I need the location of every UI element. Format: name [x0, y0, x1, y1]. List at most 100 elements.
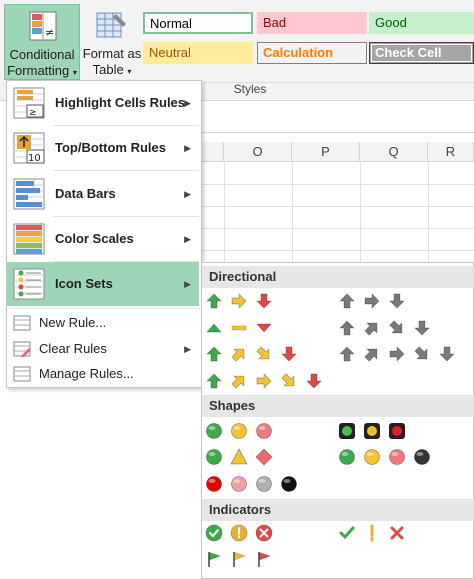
menu-item-color-scales[interactable]: Color Scales ▶ — [7, 217, 199, 261]
arrow-down-right-icon — [281, 373, 295, 387]
styles-group-label: Styles — [233, 82, 267, 96]
menu-item-label: Clear Rules — [39, 341, 107, 356]
submenu-arrow-icon: ▶ — [184, 189, 191, 199]
icon-set-5-arrows-colored[interactable] — [205, 370, 335, 392]
menu-item-top-bottom-rules[interactable]: Top/Bottom Rules ▶ 10 — [7, 126, 199, 170]
grid-line — [292, 162, 293, 262]
grid-line — [224, 162, 225, 262]
arrow-right-icon — [364, 293, 380, 309]
x-icon — [390, 526, 404, 540]
icon-set-4-arrows-colored[interactable] — [205, 343, 335, 365]
menu-item-icon-sets[interactable]: Icon Sets ▶ — [7, 262, 199, 306]
red-diamond-icon — [255, 448, 273, 466]
black-circle-icon — [281, 476, 297, 492]
menu-divider — [53, 170, 199, 171]
menu-item-label: Data Bars — [55, 186, 116, 201]
arrow-down-icon — [414, 320, 430, 336]
red-circle-icon — [389, 449, 405, 465]
arrow-down-icon — [256, 293, 272, 309]
column-header-r[interactable]: R — [428, 142, 474, 162]
exclamation-icon — [370, 524, 374, 542]
menu-item-highlight-cells-rules[interactable]: Highlight Cells Rules ▶ ≥ — [7, 81, 199, 125]
format-as-table-button[interactable]: Format as Table ▾ — [82, 4, 142, 80]
triangle-down-icon — [256, 323, 272, 333]
arrow-up-icon — [339, 320, 355, 336]
cell-style-neutral[interactable]: Neutral — [143, 42, 253, 64]
x-circle-icon — [255, 524, 273, 542]
pink-circle-icon — [231, 476, 247, 492]
arrow-down-right-icon — [256, 346, 270, 360]
section-header-shapes: Shapes — [202, 395, 474, 417]
icon-set-3-triangles[interactable] — [205, 317, 315, 339]
cell-style-good[interactable]: Good — [369, 12, 474, 34]
menu-item-data-bars[interactable]: Data Bars ▶ — [7, 172, 199, 216]
cell-style-calculation[interactable]: Calculation — [257, 42, 367, 64]
yellow-circle-icon — [231, 423, 247, 439]
icon-set-3-flags[interactable] — [205, 549, 295, 571]
icon-set-3-traffic-lights-rimmed[interactable] — [338, 421, 428, 443]
icon-set-3-signs[interactable] — [205, 447, 295, 469]
exclamation-circle-icon — [230, 524, 248, 542]
red-light-icon — [389, 423, 405, 439]
green-light-icon — [339, 423, 355, 439]
column-header-p[interactable]: P — [292, 142, 360, 162]
red-flag-icon — [258, 552, 271, 567]
arrow-right-icon — [389, 346, 405, 362]
cell-style-bad[interactable]: Bad — [257, 12, 367, 34]
column-header-q[interactable]: Q — [360, 142, 428, 162]
arrow-up-icon — [206, 293, 222, 309]
menu-item-new-rule[interactable]: New Rule... — [7, 310, 199, 336]
menu-item-label: Highlight Cells Rules — [55, 95, 186, 110]
conditional-formatting-icon: ≠ — [29, 11, 57, 41]
arrow-up-icon — [206, 346, 222, 362]
menu-item-label: Icon Sets — [55, 276, 113, 291]
icon-set-4-traffic-lights[interactable] — [338, 447, 448, 469]
formula-bar[interactable] — [200, 112, 474, 133]
arrow-up-icon — [339, 293, 355, 309]
arrow-up-right-icon — [364, 348, 378, 362]
gray-circle-icon — [256, 476, 272, 492]
conditional-formatting-button[interactable]: ≠ Conditional Formatting ▾ — [4, 4, 80, 80]
grid-line — [200, 206, 474, 207]
menu-item-manage-rules[interactable]: Manage Rules... — [7, 361, 199, 387]
yellow-circle-icon — [364, 449, 380, 465]
section-header-indicators: Indicators — [202, 499, 474, 521]
icon-set-3-arrows-colored[interactable] — [205, 290, 315, 312]
check-icon — [339, 526, 355, 540]
green-flag-icon — [208, 552, 221, 567]
icon-set-3-symbols-uncircled[interactable] — [338, 523, 428, 545]
svg-text:≥: ≥ — [29, 108, 37, 118]
black-circle-icon — [414, 449, 430, 465]
grid-line — [200, 228, 474, 229]
menu-item-label: New Rule... — [39, 315, 107, 330]
submenu-arrow-icon: ▶ — [184, 143, 191, 153]
triangle-up-icon — [206, 323, 222, 333]
icon-set-4-red-to-black[interactable] — [205, 474, 315, 496]
menu-item-label: Color Scales — [55, 231, 134, 246]
icon-set-3-traffic-lights-unrimmed[interactable] — [205, 421, 295, 443]
icon-set-3-symbols-circled[interactable] — [205, 523, 295, 545]
column-header-blank — [200, 142, 224, 162]
svg-text:10: 10 — [28, 153, 41, 164]
arrow-up-icon — [339, 346, 355, 362]
arrow-up-right-icon — [231, 375, 245, 389]
column-header-o[interactable]: O — [224, 142, 292, 162]
cell-style-check-cell[interactable]: Check Cell — [369, 42, 474, 64]
red-circle-icon — [256, 423, 272, 439]
arrow-right-icon — [231, 293, 247, 309]
grid-line — [200, 250, 474, 251]
menu-item-label: Top/Bottom Rules — [55, 140, 166, 155]
menu-item-clear-rules[interactable]: Clear Rules ▶ — [7, 336, 199, 362]
icon-set-5-arrows-gray[interactable] — [338, 343, 468, 365]
menu-divider — [8, 308, 200, 309]
cell-style-normal[interactable]: Normal — [143, 12, 253, 34]
icon-set-4-arrows-gray[interactable] — [338, 317, 448, 339]
green-circle-icon — [206, 423, 222, 439]
arrow-right-icon — [256, 373, 272, 389]
arrow-down-right-icon — [389, 320, 403, 334]
conditional-formatting-label-2: Formatting ▾ — [7, 63, 77, 78]
green-circle-icon — [339, 449, 355, 465]
icon-set-3-arrows-gray[interactable] — [338, 290, 428, 312]
submenu-arrow-icon: ▶ — [184, 234, 191, 244]
svg-text:≠: ≠ — [45, 26, 54, 39]
